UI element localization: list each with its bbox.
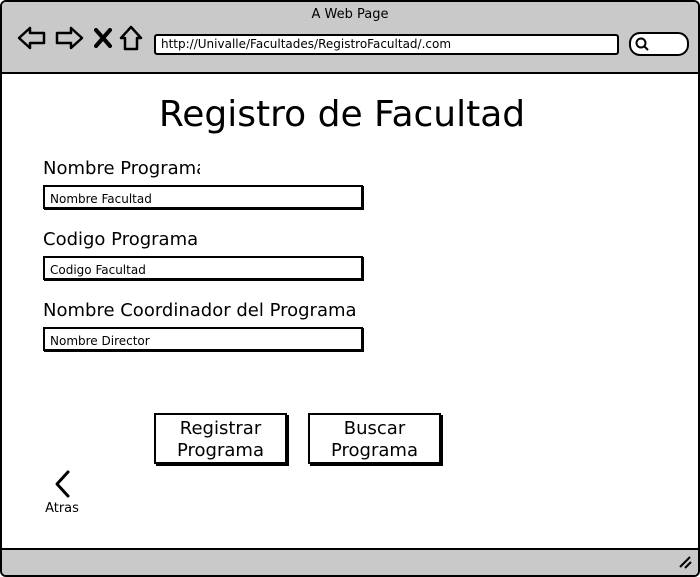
back-arrow-icon[interactable]	[16, 22, 48, 54]
back-label: Atras	[45, 501, 79, 516]
page-content: Registro de Facultad Nombre Programa Nom…	[2, 74, 698, 548]
status-bar	[2, 548, 698, 575]
register-button-line1: Registrar	[179, 418, 262, 439]
window-title: A Web Page	[311, 7, 389, 22]
coordinator-name-label: Nombre Coordinador del Programa	[43, 300, 357, 321]
resize-grip-icon[interactable]	[678, 554, 692, 573]
forward-arrow-icon[interactable]	[53, 22, 85, 54]
search-program-button[interactable]: Buscar Programa	[308, 413, 441, 464]
browser-search-field[interactable]	[629, 32, 689, 56]
register-button-line2: Programa	[177, 440, 264, 461]
page-title: Registro de Facultad	[158, 94, 526, 135]
program-code-field[interactable]: Codigo Facultad	[43, 256, 363, 280]
home-icon[interactable]	[118, 22, 144, 54]
search-icon	[635, 37, 649, 51]
register-program-button[interactable]: Registrar Programa	[154, 413, 287, 464]
coordinator-name-field[interactable]: Nombre Director	[43, 327, 363, 351]
address-bar[interactable]: http://Univalle/Facultades/RegistroFacul…	[154, 34, 619, 55]
close-icon[interactable]	[92, 22, 114, 54]
browser-window: A Web Page http://Univalle/Facultades/Re…	[0, 0, 700, 577]
program-name-field[interactable]: Nombre Facultad	[43, 185, 363, 209]
program-name-label: Nombre Programa	[43, 158, 200, 179]
search-button-line1: Buscar	[343, 418, 406, 439]
chevron-left-icon	[55, 470, 70, 498]
browser-toolbar: A Web Page http://Univalle/Facultades/Re…	[2, 2, 698, 74]
back-link[interactable]: Atras	[42, 469, 82, 516]
search-button-line2: Programa	[331, 440, 418, 461]
program-code-label: Codigo Programa	[43, 229, 199, 250]
